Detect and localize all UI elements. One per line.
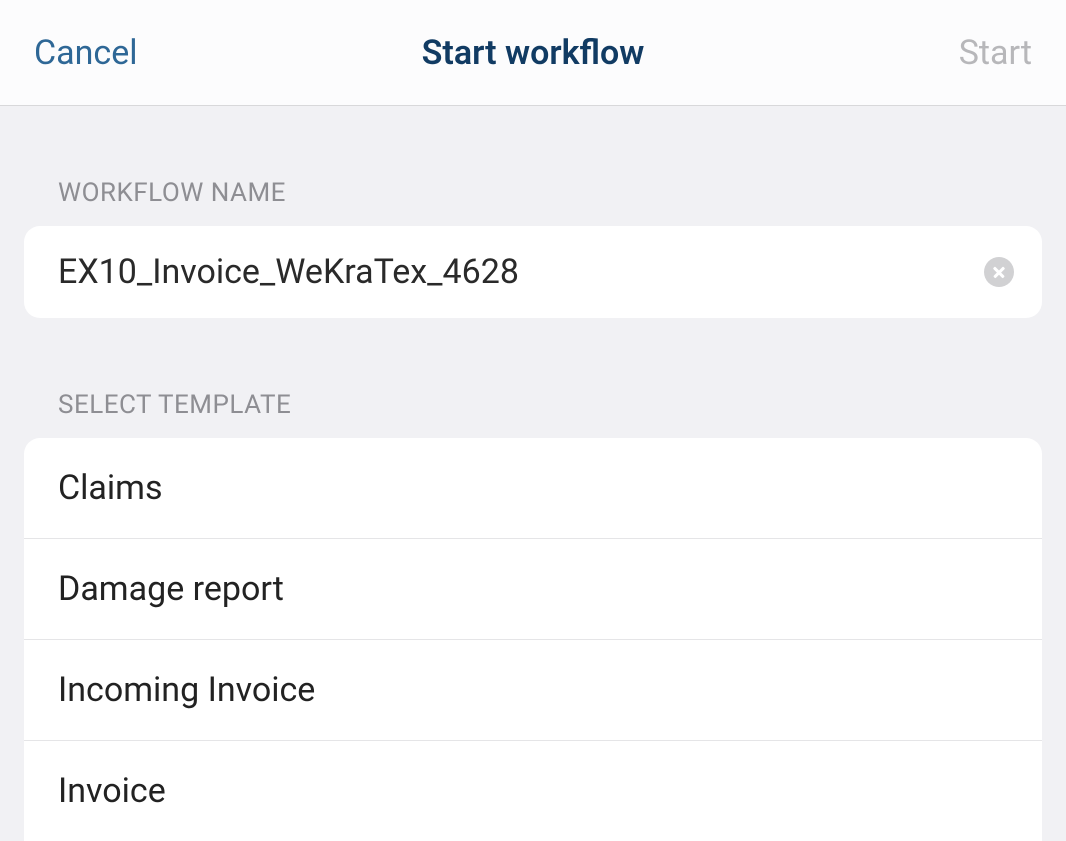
template-item-incoming-invoice[interactable]: Incoming Invoice	[24, 640, 1042, 741]
template-item-claims[interactable]: Claims	[24, 438, 1042, 539]
workflow-name-container	[24, 226, 1042, 318]
template-list: Claims Damage report Incoming Invoice In…	[24, 438, 1042, 841]
header-right: Start	[699, 33, 1032, 73]
template-item-invoice[interactable]: Invoice	[24, 741, 1042, 841]
start-button[interactable]: Start	[959, 33, 1032, 73]
clear-icon	[984, 257, 1014, 287]
header-left: Cancel	[34, 33, 367, 73]
content-area: WORKFLOW NAME SELECT TEMPLATE Claims Dam…	[0, 178, 1066, 841]
workflow-name-input[interactable]	[58, 252, 984, 292]
header-center: Start workflow	[367, 33, 700, 73]
page-title: Start workflow	[422, 33, 645, 73]
clear-input-button[interactable]	[984, 257, 1014, 287]
template-item-damage-report[interactable]: Damage report	[24, 539, 1042, 640]
workflow-name-label: WORKFLOW NAME	[0, 178, 1066, 208]
cancel-button[interactable]: Cancel	[34, 33, 138, 73]
modal-header: Cancel Start workflow Start	[0, 0, 1066, 106]
select-template-label: SELECT TEMPLATE	[0, 390, 1066, 420]
